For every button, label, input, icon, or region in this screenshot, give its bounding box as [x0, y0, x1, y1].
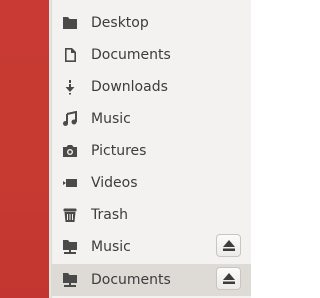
desktop-background: [0, 0, 49, 298]
trash-icon: [63, 208, 77, 222]
sidebar-item-network-documents[interactable]: Documents: [52, 264, 251, 296]
sidebar-item-trash[interactable]: Trash: [52, 199, 251, 231]
places-sidebar: Desktop Documents Downloads Music Pictur…: [51, 0, 251, 298]
sidebar-item-label: Documents: [91, 272, 171, 288]
sidebar-item-label: Desktop: [91, 15, 149, 31]
video-camera-icon: [63, 179, 77, 187]
download-icon: [65, 80, 75, 95]
sidebar-item-network-music[interactable]: Music: [52, 231, 251, 263]
eject-icon: [223, 273, 235, 284]
sidebar-item-label: Pictures: [91, 143, 147, 159]
sidebar-item-label: Videos: [91, 175, 138, 191]
folder-icon: [63, 17, 77, 29]
camera-icon: [63, 145, 77, 157]
eject-button[interactable]: [216, 234, 241, 257]
sidebar-item-label: Music: [91, 111, 131, 127]
network-folder-icon: [63, 240, 77, 254]
eject-button[interactable]: [216, 267, 241, 290]
sidebar-item-label: Music: [91, 239, 131, 255]
sidebar-item-pictures[interactable]: Pictures: [52, 135, 251, 167]
music-note-icon: [63, 111, 77, 126]
sidebar-item-downloads[interactable]: Downloads: [52, 71, 251, 103]
sidebar-item-music[interactable]: Music: [52, 103, 251, 135]
eject-icon: [223, 240, 235, 251]
sidebar-item-label: Documents: [91, 47, 171, 63]
sidebar-item-videos[interactable]: Videos: [52, 167, 251, 199]
sidebar-item-label: Trash: [91, 207, 128, 223]
network-folder-icon: [63, 273, 77, 287]
document-icon: [65, 48, 76, 62]
sidebar-item-desktop[interactable]: Desktop: [52, 7, 251, 39]
sidebar-item-label: Downloads: [91, 79, 168, 95]
sidebar-item-documents[interactable]: Documents: [52, 39, 251, 71]
